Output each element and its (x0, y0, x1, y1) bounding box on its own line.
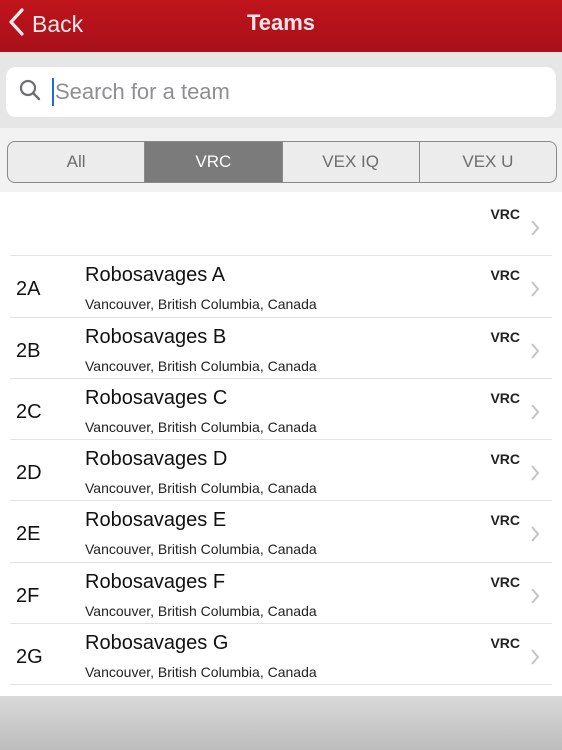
search-bar (0, 52, 562, 128)
team-location: Vancouver, British Columbia, Canada (85, 357, 317, 374)
team-program: VRC (490, 389, 520, 406)
team-number: 2A (16, 278, 41, 301)
search-icon (6, 78, 42, 107)
team-number: 2G (16, 646, 43, 669)
team-location: Vancouver, British Columbia, Canada (85, 602, 317, 619)
chevron-right-icon (531, 649, 540, 665)
chevron-right-icon (531, 220, 540, 236)
team-name: Robosavages D (85, 448, 228, 471)
team-number: 2B (16, 339, 41, 362)
team-location: Vancouver, British Columbia, Canada (85, 664, 317, 681)
team-program: VRC (490, 635, 520, 652)
search-input[interactable] (55, 79, 525, 105)
team-row[interactable]: 2C Robosavages C Vancouver, British Colu… (10, 379, 552, 441)
page-title: Teams (246, 10, 316, 35)
team-row[interactable]: 2A Robosavages A Vancouver, British Colu… (10, 256, 552, 318)
team-name: Robosavages A (85, 264, 226, 287)
bottom-toolbar (0, 696, 562, 750)
team-location: Vancouver, British Columbia, Canada (85, 480, 317, 497)
team-number: 2F (16, 584, 40, 607)
team-list: VRC 2A Robosavages A Vancouver, British … (0, 195, 562, 686)
chevron-right-icon (531, 342, 540, 359)
team-name: Robosavages E (85, 509, 227, 532)
program-filter: All VRC VEX IQ VEX U (0, 128, 562, 192)
team-program: VRC (490, 512, 520, 529)
team-number: 2E (16, 523, 41, 546)
team-row[interactable]: 2B Robosavages B Vancouver, British Colu… (10, 318, 552, 379)
segment-vrc[interactable]: VRC (145, 142, 283, 182)
chevron-right-icon (531, 588, 540, 604)
nav-bar: Back Teams (0, 0, 562, 52)
team-row[interactable]: 2G Robosavages G Vancouver, British Colu… (10, 624, 552, 686)
search-field[interactable] (6, 67, 556, 117)
team-program: VRC (490, 206, 520, 222)
text-cursor (52, 78, 54, 106)
team-location: Vancouver, British Columbia, Canada (85, 541, 317, 558)
chevron-right-icon (531, 404, 540, 420)
team-program: VRC (490, 573, 520, 590)
chevron-right-icon (531, 281, 540, 297)
chevron-right-icon (531, 465, 540, 481)
team-name: Robosavages G (85, 632, 229, 655)
segment-vex-u[interactable]: VEX U (420, 142, 556, 182)
team-program: VRC (490, 328, 520, 345)
team-location: Vancouver, British Columbia, Canada (85, 296, 317, 313)
team-program: VRC (490, 267, 520, 284)
team-location: Vancouver, British Columbia, Canada (85, 418, 317, 435)
team-name: Robosavages F (85, 570, 226, 593)
segment-vex-iq[interactable]: VEX IQ (283, 142, 420, 182)
team-row[interactable]: VRC (10, 195, 552, 257)
segmented-control: All VRC VEX IQ VEX U (7, 141, 557, 183)
team-number: 2D (16, 462, 42, 485)
segment-all[interactable]: All (8, 142, 146, 182)
team-row[interactable]: 2D Robosavages D Vancouver, British Colu… (10, 440, 552, 502)
team-name: Robosavages B (85, 325, 227, 348)
team-row[interactable]: 2E Robosavages E Vancouver, British Colu… (10, 501, 552, 563)
chevron-right-icon (531, 526, 540, 543)
team-program: VRC (490, 451, 520, 468)
team-name: Robosavages C (85, 386, 228, 409)
team-number: 2C (16, 400, 42, 423)
team-row[interactable]: 2F Robosavages F Vancouver, British Colu… (10, 563, 552, 625)
